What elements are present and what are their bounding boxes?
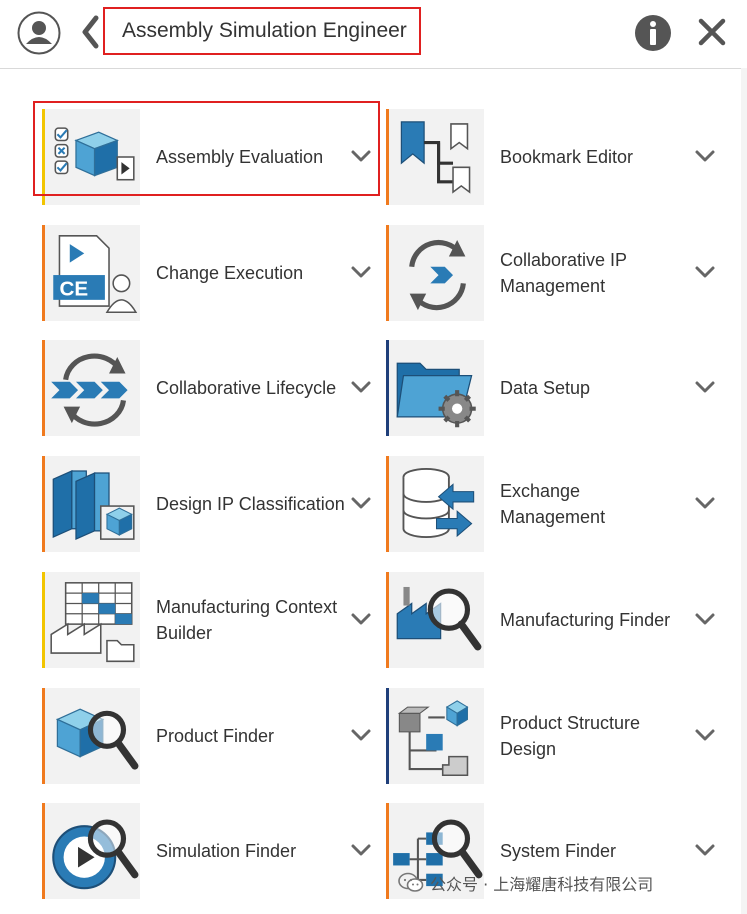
- app-tile[interactable]: Product Finder: [42, 688, 378, 784]
- app-tile[interactable]: Bookmark Editor: [386, 109, 722, 205]
- tile-label: Bookmark Editor: [500, 147, 634, 167]
- chevron-down-icon[interactable]: [350, 264, 372, 280]
- top-bar: Assembly Simulation Engineer: [0, 0, 747, 69]
- app-tile[interactable]: Manufacturing Finder: [386, 572, 722, 668]
- chevron-down-icon[interactable]: [350, 727, 372, 743]
- close-icon[interactable]: [697, 17, 727, 47]
- app-tile[interactable]: Exchange Management: [386, 456, 722, 552]
- exchange-management-icon: [389, 456, 484, 552]
- chevron-down-icon[interactable]: [350, 148, 372, 164]
- app-tile[interactable]: Collaborative IP Management: [386, 225, 722, 321]
- simulation-finder-icon: [45, 803, 140, 899]
- app-tile[interactable]: Data Setup: [386, 340, 722, 436]
- svg-text:CE: CE: [59, 278, 88, 301]
- chevron-down-icon[interactable]: [694, 148, 716, 164]
- chevron-down-icon[interactable]: [694, 379, 716, 395]
- chevron-down-icon[interactable]: [350, 379, 372, 395]
- design-ip-classification-icon: [45, 456, 140, 552]
- manufacturing-finder-icon: [389, 572, 484, 668]
- app-tile[interactable]: CE Change Execution: [42, 225, 378, 321]
- tile-label: Product Structure Design: [500, 713, 641, 759]
- tile-label: Collaborative IP Management: [500, 250, 627, 296]
- chevron-down-icon[interactable]: [694, 727, 716, 743]
- tile-label: Change Execution: [156, 263, 304, 283]
- bookmark-editor-icon: [389, 109, 484, 205]
- tile-label: Product Finder: [156, 726, 275, 746]
- data-setup-icon: [389, 340, 484, 436]
- app-tile[interactable]: Collaborative Lifecycle: [42, 340, 378, 436]
- app-tile[interactable]: Simulation Finder: [42, 803, 378, 899]
- user-avatar-icon[interactable]: [17, 11, 61, 55]
- tile-label: Exchange Management: [500, 481, 606, 527]
- info-icon[interactable]: [634, 14, 672, 52]
- manufacturing-context-icon: [45, 572, 140, 668]
- assembly-evaluation-icon: [45, 109, 140, 205]
- collaborative-lifecycle-icon: [45, 340, 140, 436]
- scrollbar[interactable]: [741, 68, 747, 914]
- tile-label: Manufacturing Context Builder: [156, 597, 338, 643]
- chevron-down-icon[interactable]: [350, 495, 372, 511]
- collaborative-ip-icon: [389, 225, 484, 321]
- tile-label: Manufacturing Finder: [500, 610, 671, 630]
- tile-label: Design IP Classification: [156, 494, 345, 514]
- chevron-down-icon[interactable]: [694, 842, 716, 858]
- tile-label: Assembly Evaluation: [156, 147, 324, 167]
- watermark: 公众号 · 上海耀唐科技有限公司: [398, 870, 653, 896]
- tile-label: Data Setup: [500, 378, 591, 398]
- app-tile[interactable]: Product Structure Design: [386, 688, 722, 784]
- app-tile[interactable]: Design IP Classification: [42, 456, 378, 552]
- product-structure-icon: [389, 688, 484, 784]
- chevron-down-icon[interactable]: [694, 264, 716, 280]
- page-title: Assembly Simulation Engineer: [103, 7, 421, 55]
- app-tile[interactable]: Assembly Evaluation: [42, 109, 378, 205]
- product-finder-icon: [45, 688, 140, 784]
- wechat-icon: [398, 872, 424, 892]
- app-tile[interactable]: Manufacturing Context Builder: [42, 572, 378, 668]
- chevron-down-icon[interactable]: [350, 842, 372, 858]
- back-chevron-icon[interactable]: [78, 12, 104, 52]
- watermark-text: 公众号 · 上海耀唐科技有限公司: [430, 875, 654, 894]
- change-execution-icon: CE: [45, 225, 140, 321]
- tile-label: Simulation Finder: [156, 841, 297, 861]
- chevron-down-icon[interactable]: [350, 611, 372, 627]
- tile-label: Collaborative Lifecycle: [156, 378, 337, 398]
- chevron-down-icon[interactable]: [694, 495, 716, 511]
- chevron-down-icon[interactable]: [694, 611, 716, 627]
